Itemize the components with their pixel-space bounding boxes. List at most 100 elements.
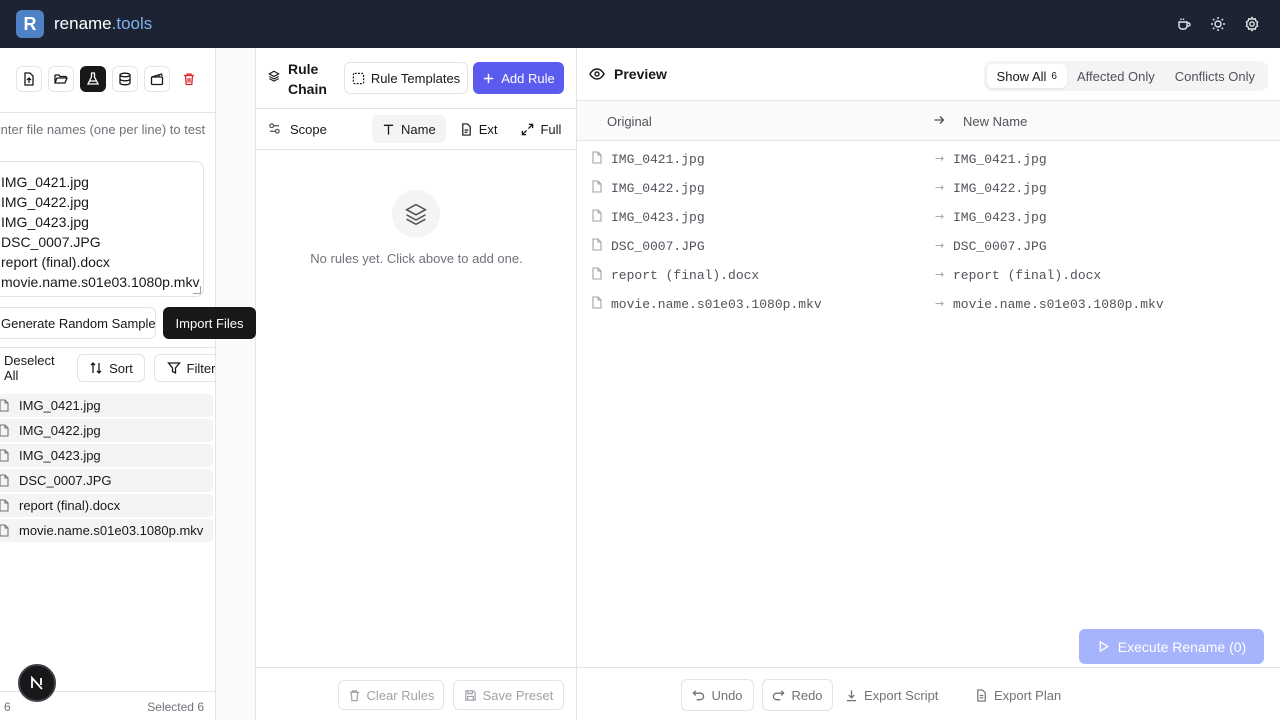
list-item[interactable]: IMG_0421.jpg [0, 394, 213, 417]
document-icon [977, 688, 986, 702]
arrow-right-icon: → [935, 268, 945, 281]
filter-tab-show-all[interactable]: Show All 6 [986, 64, 1067, 88]
scope-tab-name[interactable]: Name [372, 115, 446, 143]
divider [256, 149, 577, 150]
trash-icon [349, 689, 359, 701]
undo-button[interactable]: Undo [681, 679, 754, 711]
folder-open-icon[interactable] [48, 66, 74, 92]
list-item[interactable]: IMG_0422.jpg [0, 419, 213, 442]
divider [256, 108, 577, 109]
filter-tab-affected-only[interactable]: Affected Only [1067, 64, 1165, 88]
list-item[interactable]: DSC_0007.JPG [0, 469, 213, 492]
textarea-line: report (final).docx [1, 254, 110, 270]
new-name: movie.name.s01e03.1080p.mkv [953, 297, 1164, 312]
scope-tab-full[interactable]: Full [511, 115, 571, 143]
input-hint: Enter file names (one per line) to test [0, 122, 206, 137]
app-logo[interactable]: R [16, 10, 44, 38]
filter-tab-label: Affected Only [1076, 68, 1155, 84]
redo-button[interactable]: Redo [762, 679, 833, 711]
table-row[interactable]: report (final).docx → report (final).docx [577, 261, 1280, 290]
scope-label: Scope [290, 122, 327, 137]
original-name: report (final).docx [611, 268, 760, 283]
file-list: IMG_0421.jpg IMG_0422.jpg IMG_0423.jpg DSC_… [0, 394, 213, 544]
sun-icon[interactable] [1206, 12, 1230, 36]
brand-main: rename [54, 14, 112, 33]
save-preset-button[interactable]: Save Preset [453, 680, 564, 710]
filter-tab-label: Show All [996, 68, 1047, 84]
rule-templates-button[interactable]: Rule Templates [344, 62, 468, 94]
filter-button[interactable]: Filter [154, 354, 216, 382]
execute-rename-button[interactable]: Execute Rename (0) [1079, 629, 1264, 664]
filter-label: Filter [186, 360, 216, 376]
table-row[interactable]: IMG_0422.jpg → IMG_0422.jpg [577, 174, 1280, 203]
coffee-icon[interactable] [1172, 12, 1196, 36]
next-js-badge[interactable] [18, 664, 56, 702]
layers-icon [268, 70, 280, 82]
database-icon[interactable] [112, 66, 138, 92]
list-item[interactable]: report (final).docx [0, 494, 213, 517]
filter-tab-label: Conflicts Only [1174, 68, 1255, 84]
file-icon [0, 424, 19, 437]
list-item[interactable]: IMG_0423.jpg [0, 444, 213, 467]
gear-icon[interactable] [1240, 12, 1264, 36]
header-actions [1172, 12, 1264, 36]
file-name: report (final).docx [19, 498, 121, 513]
filter-icon [166, 362, 181, 375]
file-icon [0, 399, 19, 412]
sort-button[interactable]: Sort [77, 354, 145, 382]
preview-filter-tabs: Show All 6 Affected Only Conflicts Only [983, 61, 1268, 91]
scope-tab-label: Full [540, 121, 562, 137]
list-item[interactable]: movie.name.s01e03.1080p.mkv [0, 519, 213, 542]
resize-handle[interactable] [193, 286, 201, 294]
scope-tab-ext[interactable]: Ext [450, 115, 508, 143]
export-script-button[interactable]: Export Script [845, 679, 938, 711]
deselect-all-button[interactable]: Deselect All [4, 353, 64, 383]
templates-label: Rule Templates [370, 70, 461, 86]
table-row[interactable]: IMG_0421.jpg → IMG_0421.jpg [577, 145, 1280, 174]
clapperboard-icon[interactable] [144, 66, 170, 92]
generate-samples-button[interactable]: Generate Random Samples [0, 307, 156, 339]
textarea-line: DSC_0007.JPG [1, 234, 101, 250]
test-files-panel: Enter file names (one per line) to test … [0, 48, 216, 720]
file-name: DSC_0007.JPG [19, 473, 112, 488]
file-icon [591, 180, 603, 197]
n-logo-icon [31, 675, 43, 690]
new-name: IMG_0422.jpg [953, 181, 1047, 196]
arrow-right-icon: → [935, 239, 945, 252]
preview-panel: Preview Show All 6 Affected Only Conflicts … [577, 48, 1280, 720]
plus-icon [484, 73, 494, 83]
file-upload-icon[interactable] [16, 66, 42, 92]
add-rule-label: Add Rule [501, 70, 555, 86]
trash-icon[interactable] [176, 66, 202, 92]
file-name: IMG_0423.jpg [19, 448, 101, 463]
preview-title: Preview [614, 66, 667, 82]
table-row[interactable]: movie.name.s01e03.1080p.mkv → movie.name.s… [577, 290, 1280, 319]
file-icon [0, 524, 19, 537]
scope-tab-label: Ext [478, 121, 498, 137]
save-preset-label: Save Preset [482, 687, 554, 703]
table-row[interactable]: IMG_0423.jpg → IMG_0423.jpg [577, 203, 1280, 232]
brand-name[interactable]: rename.tools [54, 14, 152, 34]
file-icon [0, 449, 19, 462]
file-icon [591, 238, 603, 255]
flask-icon[interactable] [80, 66, 106, 92]
top-bar: R rename.tools [0, 0, 1280, 48]
list-divider [0, 347, 215, 348]
empty-layers-icon [392, 190, 440, 238]
play-icon [1099, 640, 1109, 653]
clear-rules-button[interactable]: Clear Rules [338, 680, 444, 710]
import-files-button[interactable]: Import Files [163, 307, 256, 339]
column-new-name: New Name [963, 114, 1028, 129]
add-rule-button[interactable]: Add Rule [473, 62, 564, 94]
table-row[interactable]: DSC_0007.JPG → DSC_0007.JPG [577, 232, 1280, 261]
new-name: IMG_0421.jpg [953, 152, 1047, 167]
file-name: IMG_0421.jpg [19, 398, 101, 413]
file-names-textarea[interactable]: IMG_0421.jpg IMG_0422.jpg IMG_0423.jpg DSC_… [0, 161, 204, 297]
new-name: DSC_0007.JPG [953, 239, 1047, 254]
export-plan-button[interactable]: Export Plan [975, 679, 1061, 711]
original-name: IMG_0421.jpg [611, 152, 705, 167]
filter-tab-conflicts-only[interactable]: Conflicts Only [1165, 64, 1265, 88]
preview-rows: IMG_0421.jpg → IMG_0421.jpg IMG_0422.jpg → IM… [577, 145, 1280, 319]
original-name: DSC_0007.JPG [611, 239, 705, 254]
new-name: IMG_0423.jpg [953, 210, 1047, 225]
